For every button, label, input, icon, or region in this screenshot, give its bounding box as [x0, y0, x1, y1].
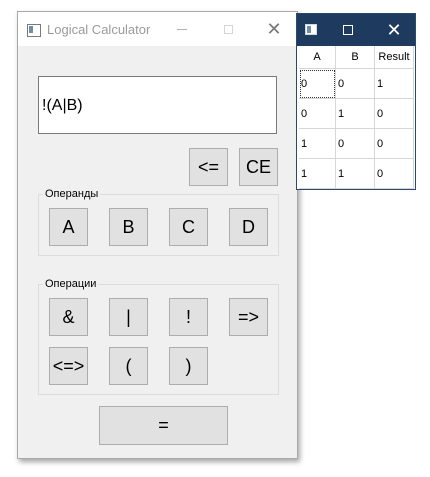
window-title: Logical Calculator [47, 22, 151, 37]
app-icon [27, 24, 41, 37]
backspace-button[interactable]: <= [189, 148, 228, 186]
operand-d-button[interactable]: D [229, 208, 268, 246]
close-button[interactable]: ✕ [371, 14, 417, 46]
clear-entry-button[interactable]: CE [239, 148, 278, 186]
minimize-button[interactable] [159, 12, 205, 46]
maximize-icon [223, 24, 233, 34]
table-cell[interactable]: 0 [374, 98, 414, 129]
header-row: A B Result [299, 46, 414, 69]
operands-group: Операнды A B C D [38, 188, 279, 256]
operations-group-label: Операции [43, 278, 99, 290]
table-cell[interactable]: 1 [299, 128, 336, 159]
calculator-titlebar[interactable]: Logical Calculator ✕ [18, 12, 297, 46]
column-header-a[interactable]: A [299, 46, 336, 69]
table-row: 0 1 0 [299, 98, 414, 129]
open-paren-button[interactable]: ( [109, 347, 148, 385]
column-header-result[interactable]: Result [374, 46, 414, 69]
column-header-b[interactable]: B [335, 46, 375, 69]
and-operator-button[interactable]: & [49, 298, 88, 336]
close-icon: ✕ [266, 19, 282, 39]
equivalence-operator-button[interactable]: <=> [49, 347, 88, 385]
table-cell[interactable]: 0 [374, 158, 414, 189]
operand-c-button[interactable]: C [169, 208, 208, 246]
maximize-button [205, 12, 251, 46]
operands-group-label: Операнды [43, 188, 101, 200]
truth-table: A B Result 0 0 1 0 1 0 1 0 0 1 1 0 [299, 46, 414, 189]
calculator-window: Logical Calculator ✕ !(A|B) <= CE Операн… [17, 11, 298, 459]
table-cell[interactable]: 0 [335, 68, 375, 99]
or-operator-button[interactable]: | [109, 298, 148, 336]
expression-display[interactable]: !(A|B) [38, 76, 277, 134]
table-cell[interactable]: 0 [374, 128, 414, 159]
table-cell[interactable]: 1 [335, 158, 375, 189]
table-cell[interactable]: 1 [374, 68, 414, 99]
equals-button[interactable]: = [99, 406, 228, 445]
table-cell[interactable]: 0 [335, 128, 375, 159]
operand-a-button[interactable]: A [49, 208, 88, 246]
close-paren-button[interactable]: ) [169, 347, 208, 385]
truth-table-titlebar[interactable]: ✕ [297, 14, 415, 46]
table-cell[interactable]: 0 [299, 98, 336, 129]
minimize-icon [177, 28, 187, 30]
table-row: 1 1 0 [299, 158, 414, 189]
app-icon [305, 24, 317, 35]
table-row: 1 0 0 [299, 128, 414, 159]
table-cell[interactable]: 1 [335, 98, 375, 129]
truth-table-window: ✕ A B Result 0 0 1 0 1 0 1 0 0 1 1 0 [296, 13, 416, 190]
close-icon: ✕ [386, 20, 402, 40]
table-row: 0 0 1 [299, 68, 414, 99]
implication-operator-button[interactable]: => [229, 298, 268, 336]
table-cell[interactable]: 1 [299, 158, 336, 189]
operations-group: Операции & | ! => <=> ( ) [38, 278, 279, 395]
maximize-button[interactable] [325, 14, 371, 46]
table-cell[interactable]: 0 [299, 68, 336, 99]
not-operator-button[interactable]: ! [169, 298, 208, 336]
maximize-icon [343, 25, 353, 35]
close-button[interactable]: ✕ [251, 12, 297, 46]
operand-b-button[interactable]: B [109, 208, 148, 246]
